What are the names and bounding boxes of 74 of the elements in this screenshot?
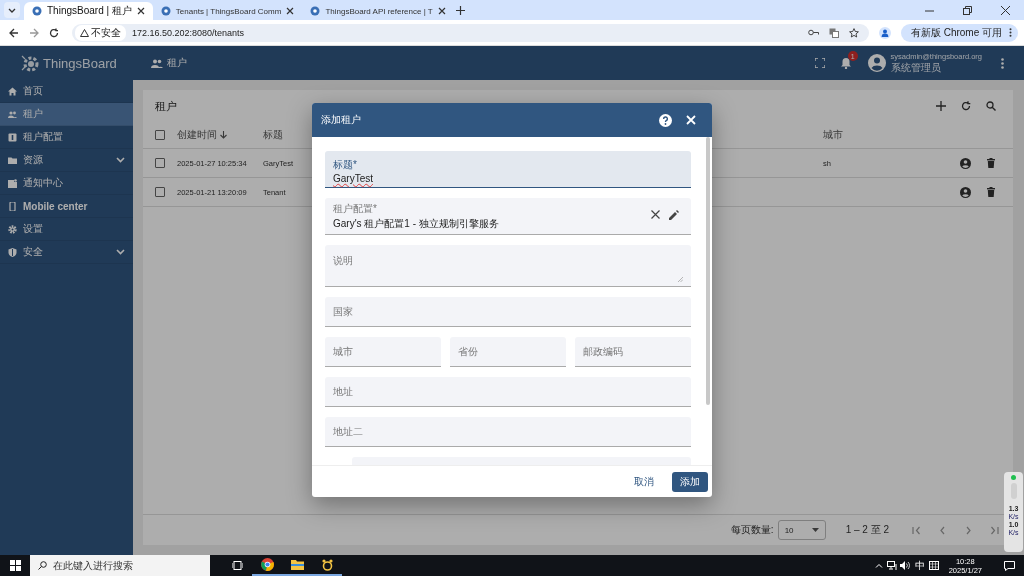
page-range: 1 – 2 至 2 <box>845 523 889 537</box>
browser-tab[interactable]: ThingsBoard | 租户 <box>24 2 153 20</box>
key-icon[interactable] <box>806 29 821 36</box>
title-field[interactable]: 标题* GaryTest <box>325 151 691 188</box>
page-size-label: 每页数量: <box>730 523 774 537</box>
text-field[interactable]: 邮政编码 <box>575 337 691 367</box>
row-checkbox[interactable] <box>155 158 165 168</box>
page-title: 租户 <box>167 56 187 70</box>
folder-icon <box>8 155 17 165</box>
resize-grip-icon[interactable] <box>678 277 683 282</box>
sidebar-item[interactable]: 租户配置 <box>0 126 133 149</box>
sidebar-item[interactable]: 安全 <box>0 241 133 264</box>
select-all-checkbox[interactable] <box>155 130 165 140</box>
volume-icon[interactable] <box>898 561 912 570</box>
gear-icon <box>8 224 17 234</box>
column-header[interactable]: 城市 <box>823 128 843 142</box>
gear-favicon-icon <box>160 6 171 16</box>
column-header[interactable]: 创建时间 <box>177 128 227 142</box>
tab-close-icon[interactable] <box>437 7 446 15</box>
more-icon <box>1009 28 1012 37</box>
text-field[interactable]: 国家 <box>325 297 691 327</box>
input-method-indicator[interactable]: 中 <box>914 558 925 573</box>
account-icon[interactable] <box>867 54 886 72</box>
people-icon <box>8 109 17 119</box>
gear-favicon-icon <box>32 6 42 16</box>
column-header[interactable]: 标题 <box>263 128 283 142</box>
sidebar-item[interactable]: 设置 <box>0 218 133 241</box>
taskbar-search-field[interactable]: 在此键入进行搜索 <box>30 555 210 576</box>
tab-close-icon[interactable] <box>136 7 145 15</box>
shield-icon <box>8 247 17 257</box>
sidebar-item[interactable]: 资源 <box>0 149 133 172</box>
keyboard-icon[interactable] <box>927 561 941 570</box>
url-text: 172.16.50.202:8080/tenants <box>132 27 245 38</box>
update-chrome-button[interactable]: 有新版 Chrome 可用 <box>900 23 1018 42</box>
status-dot-icon <box>1011 475 1016 480</box>
tenant-profile-field[interactable]: 租户配置* Gary's 租户配置1 - 独立规制引擎服务 <box>325 198 691 235</box>
page-size-select[interactable]: 10 <box>777 520 826 540</box>
cancel-button[interactable]: 取消 <box>626 470 662 493</box>
table-title: 租户 <box>155 98 177 114</box>
description-field[interactable]: 说明 <box>325 245 691 287</box>
text-field[interactable]: 城市 <box>325 337 441 367</box>
chevron-down-icon <box>116 249 125 255</box>
row-checkbox[interactable] <box>155 187 165 197</box>
browser-tab[interactable]: ThingsBoard API reference | T <box>302 2 454 20</box>
chrome-app-icon[interactable] <box>252 555 282 576</box>
sort-arrow-icon[interactable] <box>220 131 227 139</box>
badge-icon <box>8 132 17 142</box>
add-button[interactable]: 添加 <box>672 471 708 492</box>
people-icon <box>151 58 163 68</box>
star-icon[interactable] <box>846 27 861 38</box>
brand-name: ThingsBoard <box>43 55 117 71</box>
chevron-down-icon <box>116 157 125 163</box>
dialog-title: 添加租户 <box>321 113 361 127</box>
warning-icon <box>80 28 89 37</box>
profile-icon[interactable] <box>878 26 891 39</box>
tab-close-icon[interactable] <box>286 7 295 15</box>
sidebar-item[interactable]: 租户 <box>0 103 133 126</box>
sidebar-item[interactable]: Mobile center <box>0 195 133 218</box>
new-tab-icon[interactable] <box>453 3 468 17</box>
text-field[interactable]: 地址 <box>325 377 691 407</box>
sidebar-item[interactable]: 通知中心 <box>0 172 133 195</box>
browser-tab[interactable]: Tenants | ThingsBoard Comm <box>152 2 303 20</box>
security-chip[interactable]: 不安全 <box>75 24 126 41</box>
gear-favicon-icon <box>310 6 321 16</box>
gear-logo-icon <box>20 53 40 73</box>
text-field[interactable]: 省份 <box>450 337 566 367</box>
phone-icon <box>8 201 17 211</box>
network-icon[interactable] <box>885 561 899 570</box>
text-field[interactable]: 地址二 <box>325 417 691 447</box>
home-icon <box>8 86 17 96</box>
user-role: 系统管理员 <box>890 61 942 75</box>
address-bar[interactable]: 不安全 172.16.50.202:8080/tenants <box>72 23 869 42</box>
dropdown-caret-icon <box>811 528 819 532</box>
search-icon <box>38 561 47 570</box>
